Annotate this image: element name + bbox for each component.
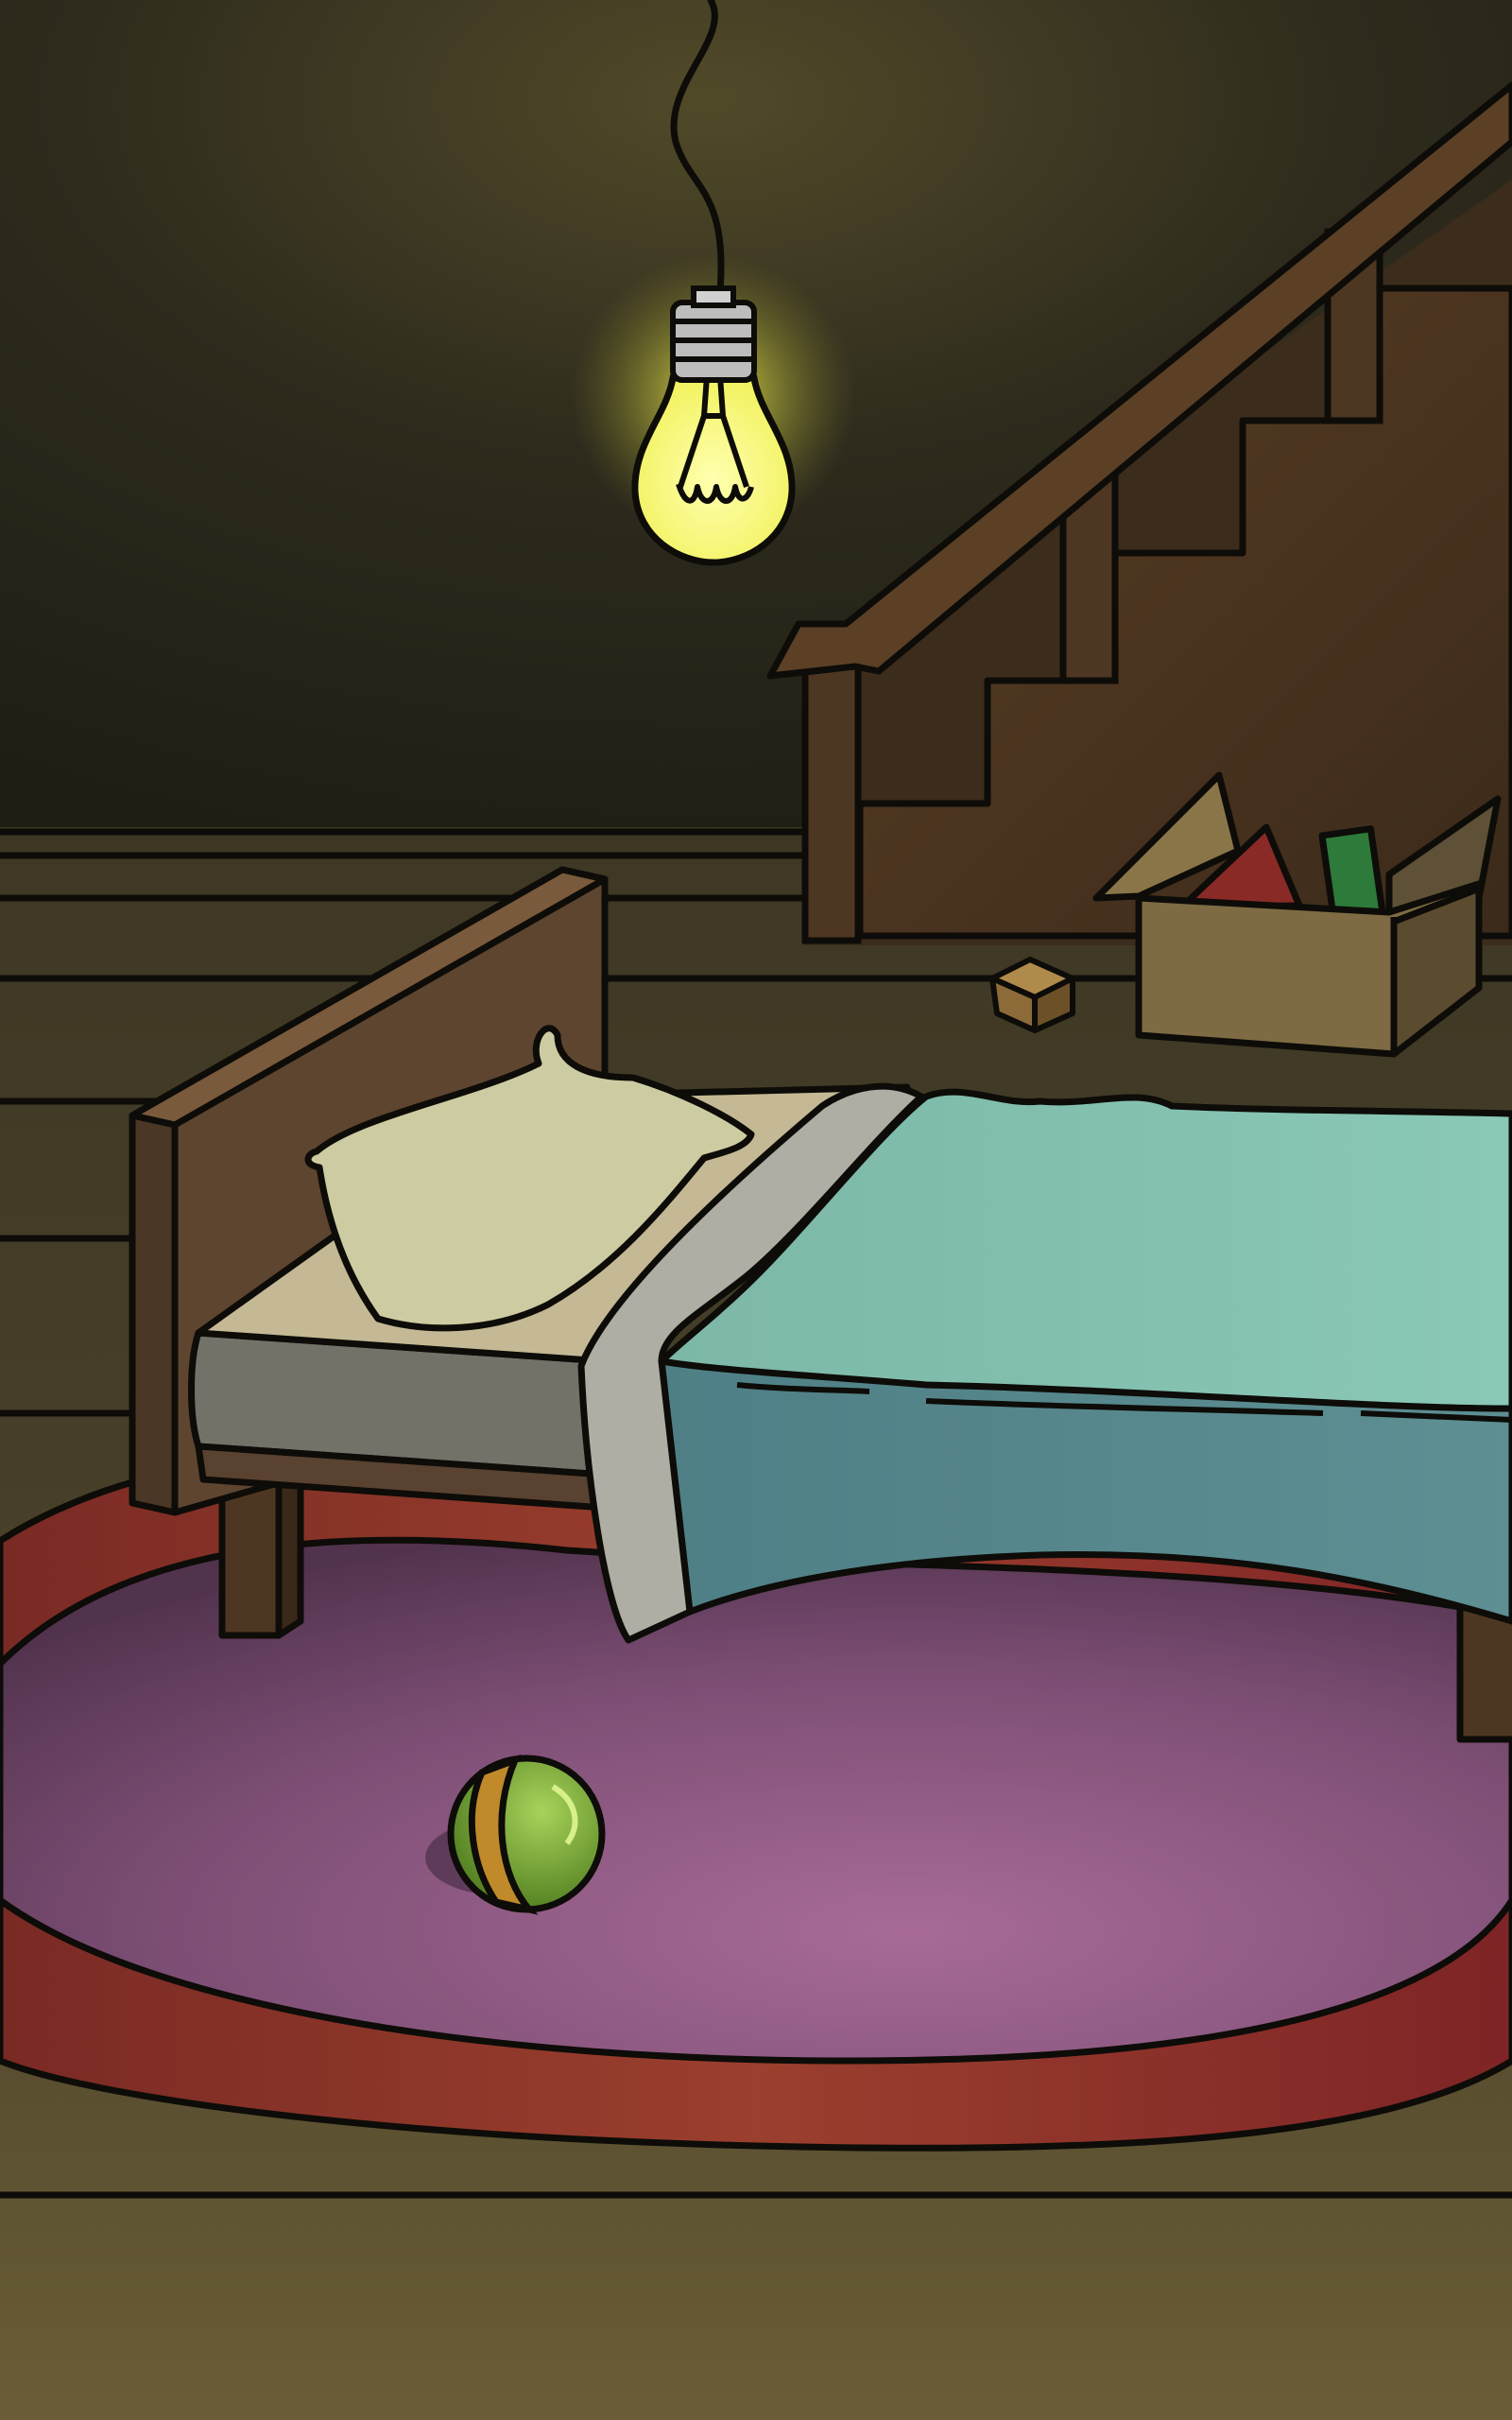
bed-leg-back-right [1456,1603,1512,1743]
bulb-socket [670,285,757,383]
basement-bedroom-scene [0,0,1512,2420]
small-cube[interactable] [989,957,1075,1033]
